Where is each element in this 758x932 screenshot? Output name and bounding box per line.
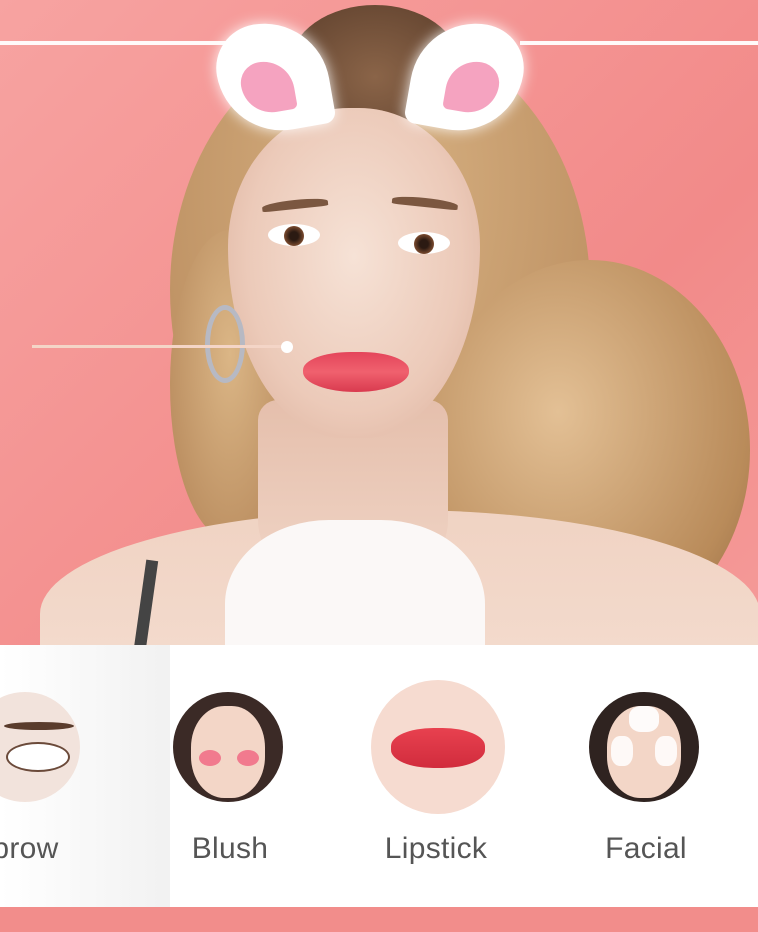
eye-icon xyxy=(6,742,70,772)
makeup-item-label: Blush xyxy=(191,832,269,865)
bottom-accent-strip xyxy=(0,907,758,932)
makeup-item-eyebrow[interactable]: ebrow xyxy=(0,692,92,882)
lipstick-thumbnail-icon xyxy=(371,680,505,814)
lips-icon xyxy=(391,728,485,768)
makeup-item-label: ebrow xyxy=(0,832,59,865)
highlight-forehead xyxy=(629,706,659,732)
makeup-item-blush[interactable]: Blush xyxy=(155,692,295,882)
highlight-cheek-left xyxy=(611,736,633,766)
white-top xyxy=(225,520,485,645)
makeup-item-facial[interactable]: Facial xyxy=(571,692,711,882)
lips xyxy=(303,352,409,392)
blush-right-mark xyxy=(237,750,259,766)
eyebrow-thumbnail-icon xyxy=(0,692,80,802)
cat-ear-right-inner xyxy=(442,56,503,118)
right-eye xyxy=(398,232,450,254)
preview-photo xyxy=(0,0,758,645)
makeup-item-label: Lipstick xyxy=(384,832,488,865)
blush-left-mark xyxy=(199,750,221,766)
intensity-slider-track[interactable] xyxy=(32,345,290,348)
left-eye xyxy=(268,224,320,246)
facial-thumbnail-icon xyxy=(589,692,699,802)
brow-icon xyxy=(4,722,74,730)
highlight-cheek-right xyxy=(655,736,677,766)
makeup-item-lipstick[interactable]: Lipstick xyxy=(361,680,505,882)
cat-ear-left-inner xyxy=(237,56,298,118)
intensity-slider-knob[interactable] xyxy=(281,341,293,353)
blush-thumbnail-icon xyxy=(173,692,283,802)
earring xyxy=(205,305,245,383)
makeup-item-label: Facial xyxy=(605,832,687,865)
